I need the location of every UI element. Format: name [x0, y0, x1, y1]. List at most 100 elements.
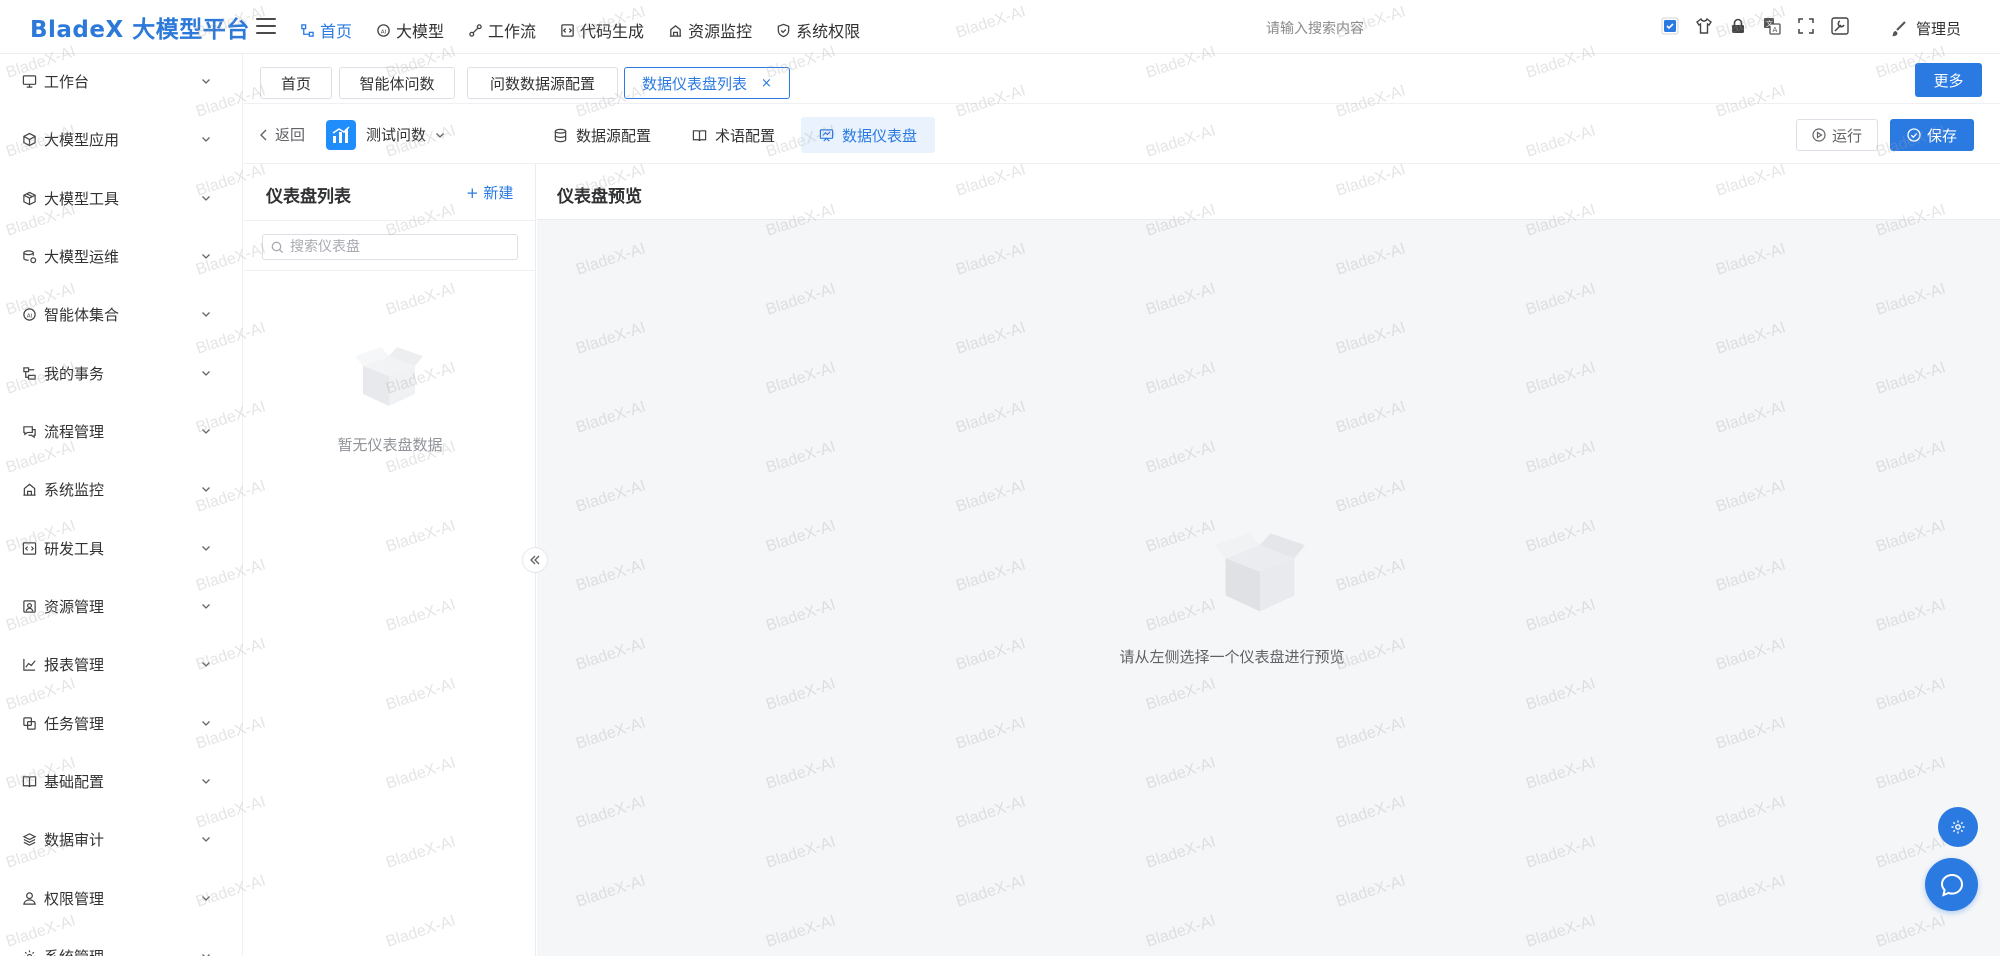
- back-button[interactable]: 返回: [259, 124, 305, 145]
- sidebar-item-label: 流程管理: [44, 422, 105, 441]
- floating-settings-button[interactable]: [1938, 807, 1978, 847]
- cube-icon: [22, 131, 38, 147]
- sidebar-item-llm-apps[interactable]: 大模型应用: [0, 119, 243, 159]
- lock-icon[interactable]: [1728, 16, 1748, 36]
- double-chevron-left-icon: [530, 555, 540, 565]
- layers-icon: [22, 831, 38, 847]
- svg-text:AI: AI: [381, 29, 387, 35]
- dashboard-search[interactable]: [262, 234, 518, 260]
- ttab-label: 术语配置: [715, 126, 776, 145]
- home-tree-icon: [301, 23, 314, 37]
- dashboard-list-panel: 仪表盘列表 + 新建 暂无仪表盘数据: [244, 164, 536, 956]
- sidebar-item-label: 系统监控: [44, 480, 105, 499]
- sidebar-item-llm-tools[interactable]: 大模型工具: [0, 178, 243, 218]
- skin-shirt-icon[interactable]: [1694, 16, 1714, 36]
- chevron-left-icon: [260, 129, 267, 140]
- tab-datasource[interactable]: 数据源配置: [535, 117, 669, 153]
- run-button[interactable]: 运行: [1796, 119, 1878, 151]
- dashboard-list-title: 仪表盘列表: [266, 187, 351, 207]
- topnav-permission[interactable]: 系统权限: [776, 18, 860, 42]
- svg-text:A: A: [1773, 26, 1778, 34]
- topnav-home[interactable]: 首页: [300, 18, 352, 42]
- svg-text:AI: AI: [27, 313, 33, 319]
- book-open-icon: [692, 129, 707, 141]
- tab-home[interactable]: 首页: [260, 67, 332, 99]
- save-label: 保存: [1926, 126, 1957, 145]
- global-search-input[interactable]: 请输入搜索内容: [1266, 18, 1364, 38]
- sidebar-item-jobs[interactable]: 任务管理: [0, 703, 243, 743]
- chevron-down-icon: [202, 721, 210, 726]
- tasks-icon: [22, 365, 38, 381]
- sidebar-item-flow[interactable]: 流程管理: [0, 411, 243, 451]
- monitor-icon: [669, 24, 682, 37]
- theme-check-icon[interactable]: [1660, 16, 1680, 36]
- preview-header: 仪表盘预览: [537, 164, 2000, 220]
- new-dashboard-button[interactable]: + 新建: [466, 182, 513, 203]
- tab-dashboard-list[interactable]: 数据仪表盘列表 ×: [624, 67, 790, 99]
- ttab-label: 数据仪表盘: [842, 126, 918, 145]
- sidebar-item-reports[interactable]: 报表管理: [0, 644, 243, 684]
- app-logo[interactable]: BladeX 大模型平台: [30, 10, 250, 44]
- agent-selector[interactable]: 测试问数: [366, 124, 446, 145]
- sidebar-item-data-audit[interactable]: 数据审计: [0, 819, 243, 859]
- agent-toolbar: 返回 测试问数 数据源配置 术语配置 数据仪表盘 运行 保存: [244, 104, 2000, 164]
- gear-icon: [1951, 820, 1965, 834]
- sidebar-item-workbench[interactable]: 工作台: [0, 61, 243, 101]
- settings-tool-icon[interactable]: [1830, 16, 1850, 36]
- empty-box-icon: [355, 347, 423, 406]
- topnav-model[interactable]: AI 大模型: [376, 18, 444, 42]
- agent-name: 测试问数: [366, 126, 427, 144]
- sidebar-item-label: 报表管理: [44, 655, 105, 674]
- chevron-down-icon: [202, 779, 210, 784]
- dashboard-search-input[interactable]: [290, 239, 510, 255]
- tab-terms[interactable]: 术语配置: [674, 117, 793, 153]
- sidebar-item-label: 大模型应用: [44, 130, 120, 149]
- sidebar-item-dev-tools[interactable]: 研发工具: [0, 528, 243, 568]
- ai-model-icon: AI: [377, 23, 390, 37]
- collapse-panel-button[interactable]: [522, 547, 548, 573]
- database-icon: [554, 128, 567, 142]
- save-button[interactable]: 保存: [1890, 119, 1974, 151]
- tab-datasource-config[interactable]: 问数数据源配置: [467, 67, 618, 99]
- sidebar-item-permissions[interactable]: 权限管理: [0, 878, 243, 918]
- user-menu[interactable]: 管理员: [1890, 18, 1961, 39]
- fullscreen-icon[interactable]: [1796, 16, 1816, 36]
- floating-chat-button[interactable]: [1925, 858, 1978, 911]
- copy-icon: [22, 715, 38, 731]
- tab-label: 智能体问数: [359, 74, 435, 93]
- tab-agent-query[interactable]: 智能体问数: [339, 67, 455, 99]
- chevron-down-icon: [436, 132, 444, 138]
- sidebar-item-system-monitor[interactable]: 系统监控: [0, 469, 243, 509]
- more-tabs-button[interactable]: 更多: [1915, 63, 1982, 97]
- sidebar-item-my-tasks[interactable]: 我的事务: [0, 353, 243, 393]
- chat-bubble-icon: [1940, 873, 1963, 897]
- sidebar-item-basic-config[interactable]: 基础配置: [0, 761, 243, 801]
- empty-preview-text: 请从左侧选择一个仪表盘进行预览: [1119, 648, 1345, 666]
- run-label: 运行: [1831, 126, 1862, 145]
- box-icon: [22, 190, 38, 206]
- topnav-label: 系统权限: [796, 22, 861, 41]
- code-icon: [561, 23, 574, 37]
- empty-box-icon: [1214, 533, 1306, 612]
- tab-dashboard[interactable]: 数据仪表盘: [801, 117, 936, 153]
- sidebar-item-label: 基础配置: [44, 772, 105, 791]
- menu-toggle-icon[interactable]: [256, 18, 276, 34]
- ttab-label: 数据源配置: [576, 126, 652, 145]
- topnav-monitor[interactable]: 资源监控: [668, 18, 752, 42]
- brush-icon: [1892, 20, 1906, 36]
- translate-icon[interactable]: 文A: [1762, 16, 1782, 36]
- bank-icon: [22, 481, 38, 497]
- sidebar-item-llm-ops[interactable]: 大模型运维: [0, 236, 243, 276]
- sidebar-item-agents[interactable]: AI 智能体集合: [0, 294, 243, 334]
- back-label: 返回: [275, 126, 306, 144]
- chevron-down-icon: [202, 254, 210, 259]
- book-icon: [22, 773, 38, 789]
- bottom-strip: [0, 956, 2000, 973]
- play-circle-icon: [1812, 128, 1826, 142]
- top-navigation: 首页 AI 大模型 工作流 代码生成 资源监控 系统权限: [300, 18, 860, 42]
- topnav-codegen[interactable]: 代码生成: [560, 18, 644, 42]
- topnav-workflow[interactable]: 工作流: [468, 18, 536, 42]
- close-icon[interactable]: ×: [761, 76, 772, 91]
- tab-label: 问数数据源配置: [489, 74, 595, 93]
- sidebar-item-resources[interactable]: 资源管理: [0, 586, 243, 626]
